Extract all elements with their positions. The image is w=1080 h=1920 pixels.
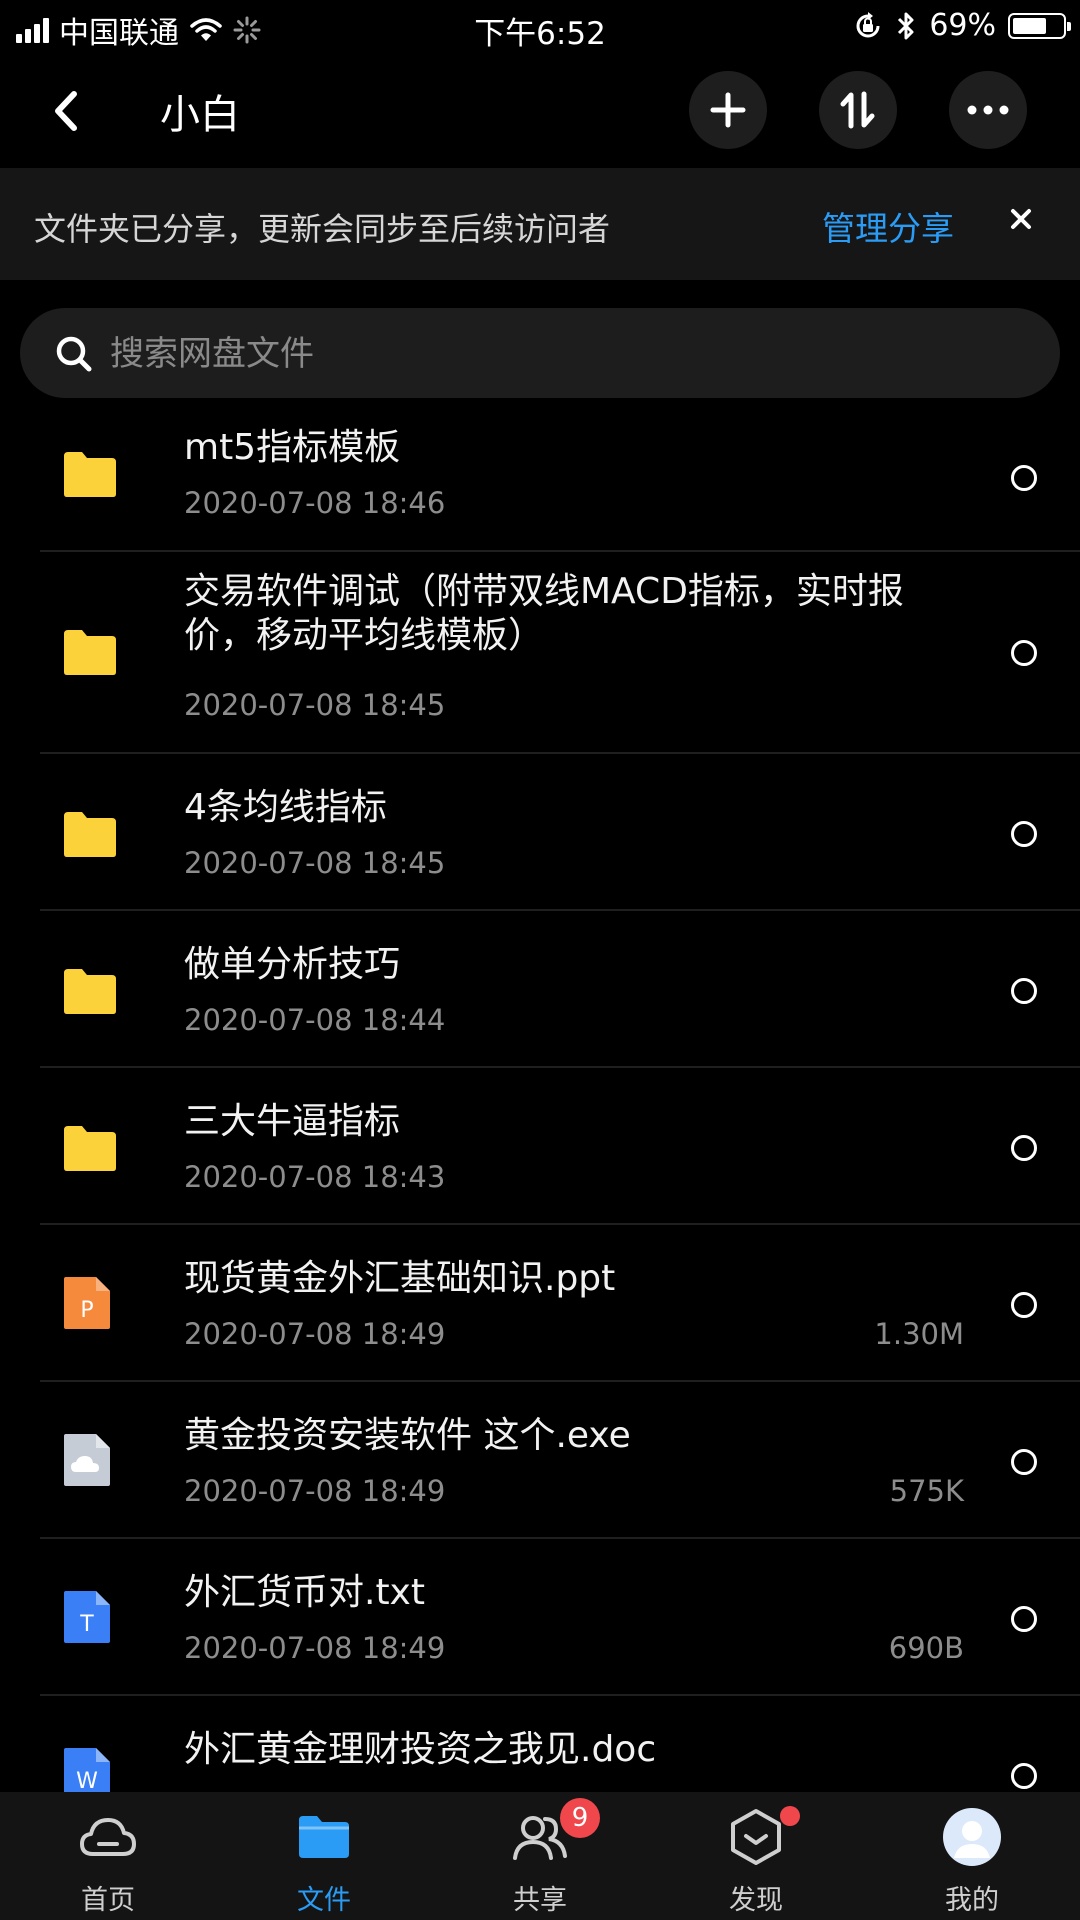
folder-icon <box>64 630 116 675</box>
share-banner-text: 文件夹已分享，更新会同步至后续访问者 <box>34 210 611 248</box>
status-right: 69% <box>853 8 1071 43</box>
sort-button[interactable] <box>819 71 897 149</box>
tab-files[interactable]: 文件 <box>216 1792 432 1920</box>
search-input[interactable] <box>108 308 1012 400</box>
file-name: mt5指标模板 <box>184 427 401 468</box>
svg-text:T: T <box>79 1612 94 1637</box>
file-name: 黄金投资安装软件 这个.exe <box>184 1415 631 1456</box>
tab-label: 文件 <box>297 1885 351 1916</box>
manage-share-link[interactable]: 管理分享 <box>822 202 954 250</box>
notification-badge: 9 <box>560 1798 600 1838</box>
file-date: 2020-07-08 18:45 <box>184 688 446 722</box>
file-name: 外汇黄金理财投资之我见.doc <box>184 1729 657 1770</box>
bluetooth-icon <box>898 12 914 39</box>
file-list: mt5指标模板 2020-07-08 18:46 交易软件调试（附带双线MACD… <box>0 412 1080 1853</box>
discover-icon <box>731 1809 781 1865</box>
plus-icon <box>710 92 746 128</box>
tab-home[interactable]: 首页 <box>0 1792 216 1920</box>
select-radio[interactable] <box>1011 1606 1037 1632</box>
exe-file-icon <box>64 1434 110 1486</box>
file-date: 2020-07-08 18:45 <box>184 846 446 880</box>
file-size: 575K <box>889 1474 964 1508</box>
select-radio[interactable] <box>1011 1763 1037 1789</box>
tab-share[interactable]: 9 共享 <box>432 1792 648 1920</box>
folder-icon <box>64 812 116 857</box>
file-name: 交易软件调试（附带双线MACD指标，实时报价，移动平均线模板） <box>184 571 904 656</box>
select-radio[interactable] <box>1011 821 1037 847</box>
file-name: 现货黄金外汇基础知识.ppt <box>184 1258 616 1299</box>
file-name: 三大牛逼指标 <box>184 1101 401 1142</box>
nav-bar: 小白 <box>0 56 1080 166</box>
page-title: 小白 <box>160 92 240 138</box>
list-item[interactable]: P 现货黄金外汇基础知识.ppt 2020-07-08 18:49 1.30M <box>0 1225 1080 1382</box>
tab-discover[interactable]: 发现 <box>648 1792 864 1920</box>
tab-bar: 首页 文件 9 共享 发现 我的 <box>0 1792 1080 1920</box>
folder-icon <box>64 1126 116 1171</box>
file-date: 2020-07-08 18:44 <box>184 1003 446 1037</box>
select-radio[interactable] <box>1011 640 1037 666</box>
select-radio[interactable] <box>1011 978 1037 1004</box>
svg-text:W: W <box>76 1769 98 1794</box>
list-item[interactable]: 三大牛逼指标 2020-07-08 18:43 <box>0 1068 1080 1225</box>
back-icon[interactable] <box>40 84 94 138</box>
folder-icon <box>299 1816 349 1858</box>
txt-file-icon: T <box>64 1591 110 1643</box>
select-radio[interactable] <box>1011 1292 1037 1318</box>
file-size: 690B <box>888 1631 964 1665</box>
tab-label: 我的 <box>945 1885 999 1916</box>
more-icon <box>967 105 1009 115</box>
tab-label: 共享 <box>513 1885 567 1916</box>
tab-mine[interactable]: 我的 <box>864 1792 1080 1920</box>
battery-fill <box>1013 17 1047 34</box>
list-item[interactable]: 4条均线指标 2020-07-08 18:45 <box>0 754 1080 911</box>
search-icon <box>56 336 92 372</box>
tab-label: 首页 <box>81 1885 135 1916</box>
file-name: 4条均线指标 <box>184 787 387 828</box>
avatar-icon <box>943 1808 1001 1866</box>
search-bar[interactable] <box>20 308 1060 400</box>
battery-percent: 69% <box>929 8 996 43</box>
orientation-lock-icon <box>856 11 880 37</box>
ppt-file-icon: P <box>64 1277 110 1329</box>
file-date: 2020-07-08 18:49 <box>184 1474 446 1508</box>
file-name: 做单分析技巧 <box>184 944 401 985</box>
share-banner: 文件夹已分享，更新会同步至后续访问者 管理分享 <box>0 168 1080 280</box>
file-size: 1.30M <box>874 1317 964 1351</box>
folder-icon <box>64 452 116 497</box>
sort-icon <box>840 91 875 129</box>
cloud-icon <box>80 1818 136 1856</box>
svg-text:P: P <box>80 1298 93 1323</box>
battery-icon <box>1008 12 1071 39</box>
select-radio[interactable] <box>1011 465 1037 491</box>
select-radio[interactable] <box>1011 1135 1037 1161</box>
file-date: 2020-07-08 18:43 <box>184 1160 446 1194</box>
add-button[interactable] <box>689 71 767 149</box>
file-name: 外汇货币对.txt <box>184 1572 425 1613</box>
file-date: 2020-07-08 18:46 <box>184 486 446 520</box>
list-item[interactable]: 做单分析技巧 2020-07-08 18:44 <box>0 911 1080 1068</box>
folder-icon <box>64 969 116 1014</box>
list-item[interactable]: T 外汇货币对.txt 2020-07-08 18:49 690B <box>0 1539 1080 1696</box>
list-item[interactable]: 交易软件调试（附带双线MACD指标，实时报价，移动平均线模板） 2020-07-… <box>0 552 1080 754</box>
list-item[interactable]: 黄金投资安装软件 这个.exe 2020-07-08 18:49 575K <box>0 1382 1080 1539</box>
status-bar: 中国联通 下午6:52 69% <box>0 0 1080 56</box>
tab-label: 发现 <box>729 1885 783 1916</box>
notification-dot <box>780 1806 800 1826</box>
select-radio[interactable] <box>1011 1449 1037 1475</box>
close-icon[interactable] <box>1008 206 1034 232</box>
more-button[interactable] <box>949 71 1027 149</box>
list-item[interactable]: mt5指标模板 2020-07-08 18:46 <box>0 412 1080 552</box>
file-date: 2020-07-08 18:49 <box>184 1317 446 1351</box>
file-date: 2020-07-08 18:49 <box>184 1631 446 1665</box>
